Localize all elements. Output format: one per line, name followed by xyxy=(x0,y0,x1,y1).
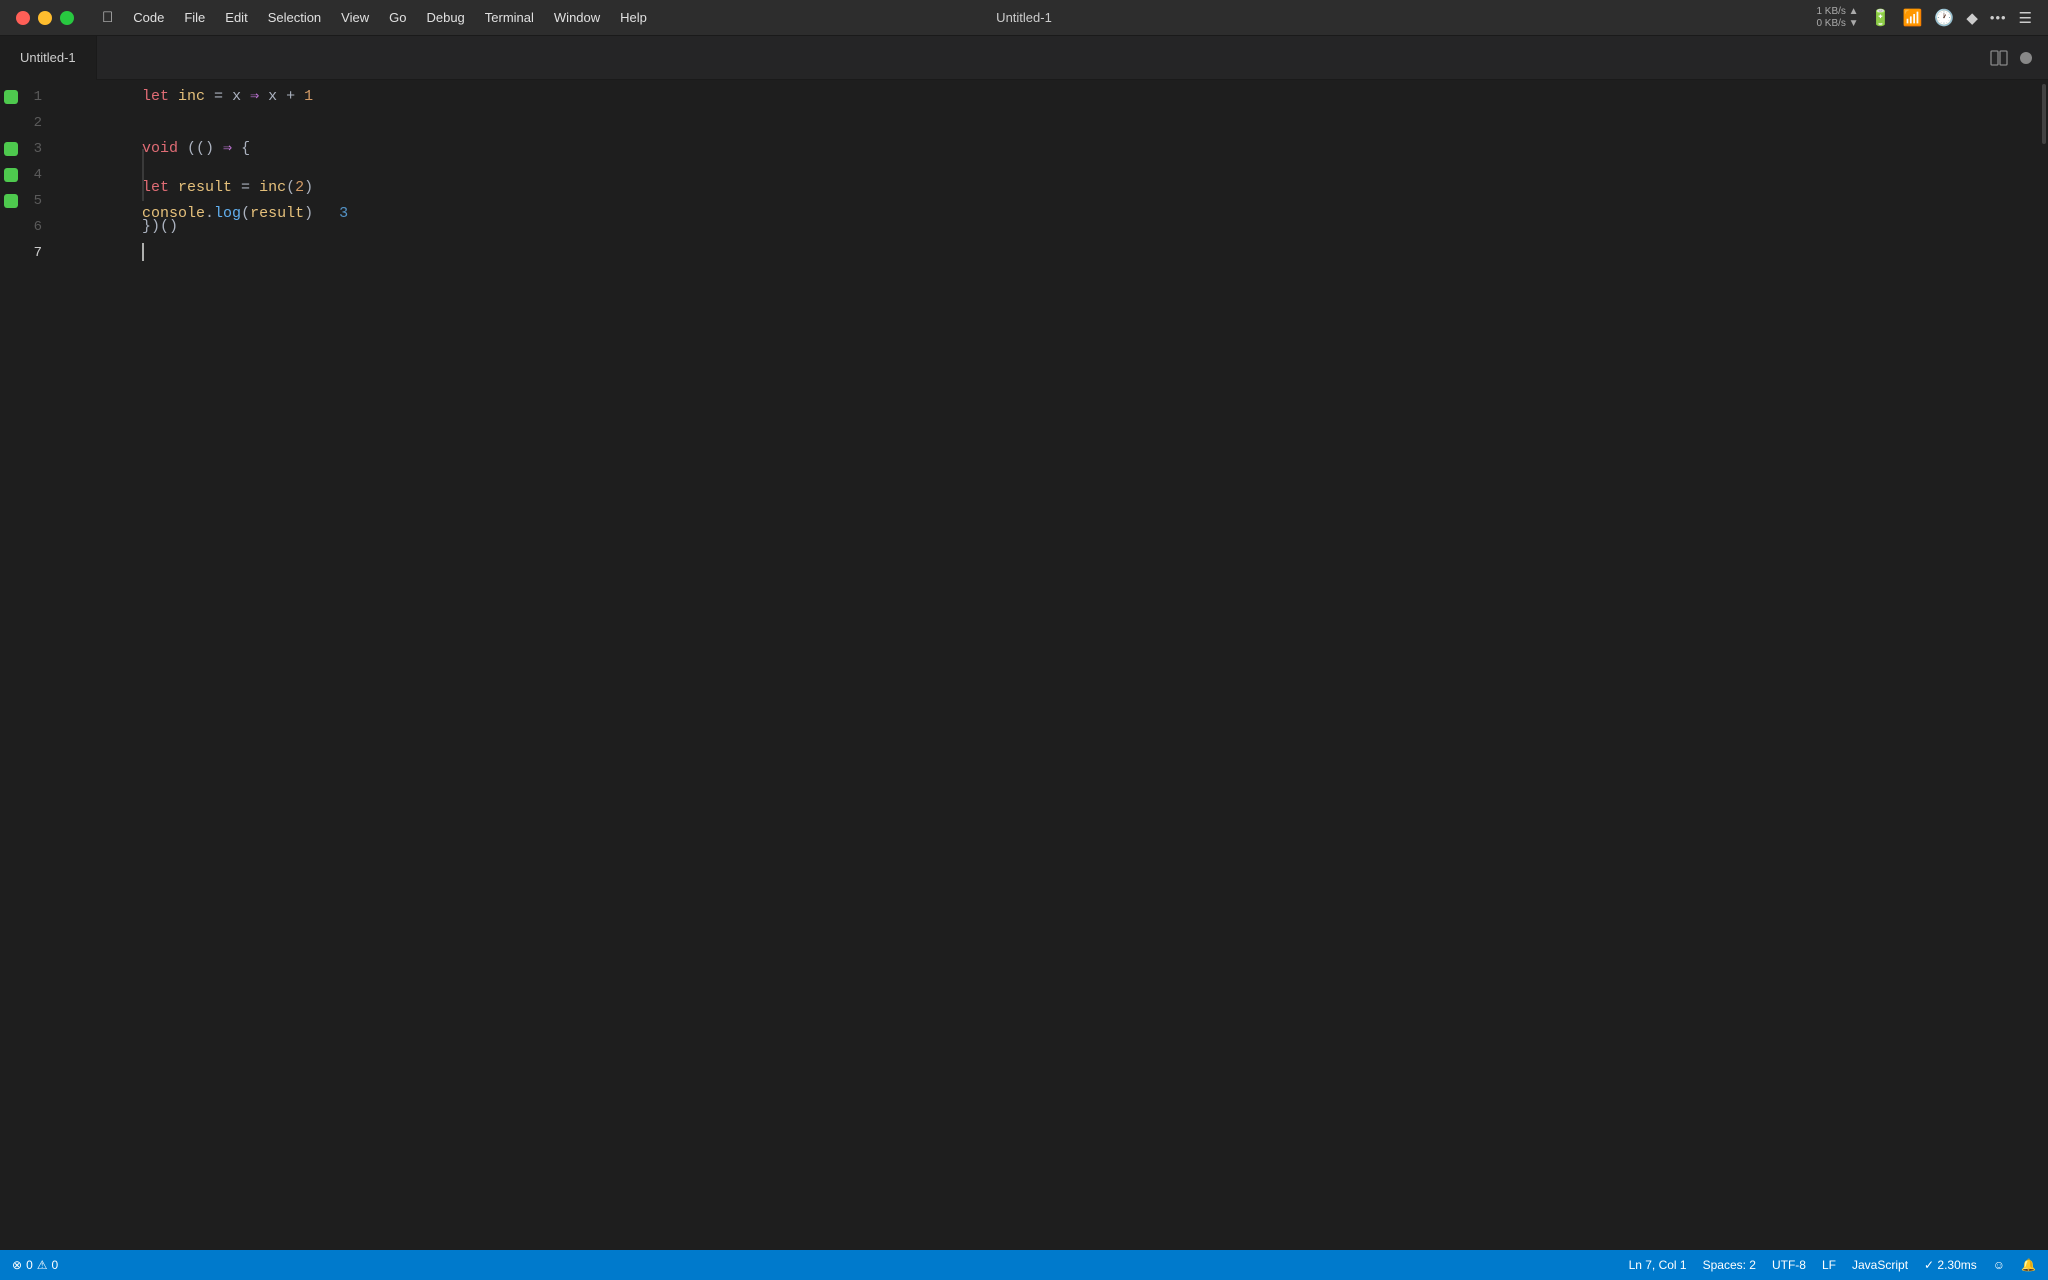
status-left: ⊗ 0 ⚠ 0 xyxy=(12,1258,58,1272)
scrollbar-track[interactable] xyxy=(2040,80,2048,1250)
menu-terminal[interactable]: Terminal xyxy=(477,8,542,27)
breakpoint-5[interactable] xyxy=(0,194,22,208)
status-bar: ⊗ 0 ⚠ 0 Ln 7, Col 1 Spaces: 2 UTF-8 LF J… xyxy=(0,1250,2048,1280)
language-status[interactable]: JavaScript xyxy=(1852,1258,1908,1272)
wifi-icon: 📶 xyxy=(1903,8,1923,28)
code-editor[interactable]: 1 let inc = x ⇒ x + 1 2 3 void (() ⇒ { 4 xyxy=(0,80,2048,1250)
line-number-6: 6 xyxy=(22,214,62,240)
battery-icon: 🔋 xyxy=(1871,8,1891,28)
list-icon: ☰ xyxy=(2019,9,2032,27)
title-bar-right: 1 KB/s ▲ 0 KB/s ▼ 🔋 📶 🕐 ◆ ••• ☰ xyxy=(1816,6,2032,30)
line-number-3: 3 xyxy=(22,136,62,162)
title-bar-left:  Code File Edit Selection View Go Debug… xyxy=(16,7,655,28)
code-line-7: 7 xyxy=(0,240,2048,266)
menu-selection[interactable]: Selection xyxy=(260,8,329,27)
breakpoint-1[interactable] xyxy=(0,90,22,104)
menu-go[interactable]: Go xyxy=(381,8,414,27)
window-title: Untitled-1 xyxy=(996,10,1052,25)
errors-status[interactable]: ⊗ 0 ⚠ 0 xyxy=(12,1258,58,1272)
menu-code[interactable]: Code xyxy=(125,8,172,27)
menu-window[interactable]: Window xyxy=(546,8,608,27)
extensions-icon: ◆ xyxy=(1966,9,1978,27)
timing-status[interactable]: ✓ 2.30ms xyxy=(1924,1258,1977,1272)
bell-icon[interactable]: 🔔 xyxy=(2021,1258,2036,1272)
code-line-1: 1 let inc = x ⇒ x + 1 xyxy=(0,84,2048,110)
breakpoint-3[interactable] xyxy=(0,142,22,156)
spaces-status[interactable]: Spaces: 2 xyxy=(1703,1258,1756,1272)
error-circle-icon: ⊗ xyxy=(12,1258,22,1272)
smiley-icon[interactable]: ☺ xyxy=(1993,1258,2005,1272)
warning-icon: ⚠ xyxy=(37,1258,48,1272)
eol-status[interactable]: LF xyxy=(1822,1258,1836,1272)
close-button[interactable] xyxy=(16,11,30,25)
menu-bar:  Code File Edit Selection View Go Debug… xyxy=(94,7,655,28)
line-number-5: 5 xyxy=(22,188,62,214)
menu-file[interactable]: File xyxy=(176,8,213,27)
menu-view[interactable]: View xyxy=(333,8,377,27)
more-icon: ••• xyxy=(1990,10,2007,25)
editor-container: 1 let inc = x ⇒ x + 1 2 3 void (() ⇒ { 4 xyxy=(0,80,2048,1250)
encoding-status[interactable]: UTF-8 xyxy=(1772,1258,1806,1272)
apple-menu[interactable]:  xyxy=(94,7,121,28)
network-speed: 1 KB/s ▲ 0 KB/s ▼ xyxy=(1816,6,1858,30)
line-number-7: 7 xyxy=(22,240,62,266)
line-number-2: 2 xyxy=(22,110,62,136)
menu-debug[interactable]: Debug xyxy=(418,8,472,27)
line-number-1: 1 xyxy=(22,84,62,110)
line-number-4: 4 xyxy=(22,162,62,188)
minimize-button[interactable] xyxy=(38,11,52,25)
clock-icon: 🕐 xyxy=(1934,8,1954,28)
traffic-lights xyxy=(16,11,74,25)
line-content-7 xyxy=(62,214,2048,292)
warning-count: 0 xyxy=(52,1258,59,1272)
menu-help[interactable]: Help xyxy=(612,8,655,27)
maximize-button[interactable] xyxy=(60,11,74,25)
scrollbar-thumb[interactable] xyxy=(2042,84,2046,144)
status-right: Ln 7, Col 1 Spaces: 2 UTF-8 LF JavaScrip… xyxy=(1629,1258,2036,1272)
menu-edit[interactable]: Edit xyxy=(217,8,255,27)
title-bar:  Code File Edit Selection View Go Debug… xyxy=(0,0,2048,36)
error-count: 0 xyxy=(26,1258,33,1272)
cursor-position[interactable]: Ln 7, Col 1 xyxy=(1629,1258,1687,1272)
breakpoint-4[interactable] xyxy=(0,168,22,182)
